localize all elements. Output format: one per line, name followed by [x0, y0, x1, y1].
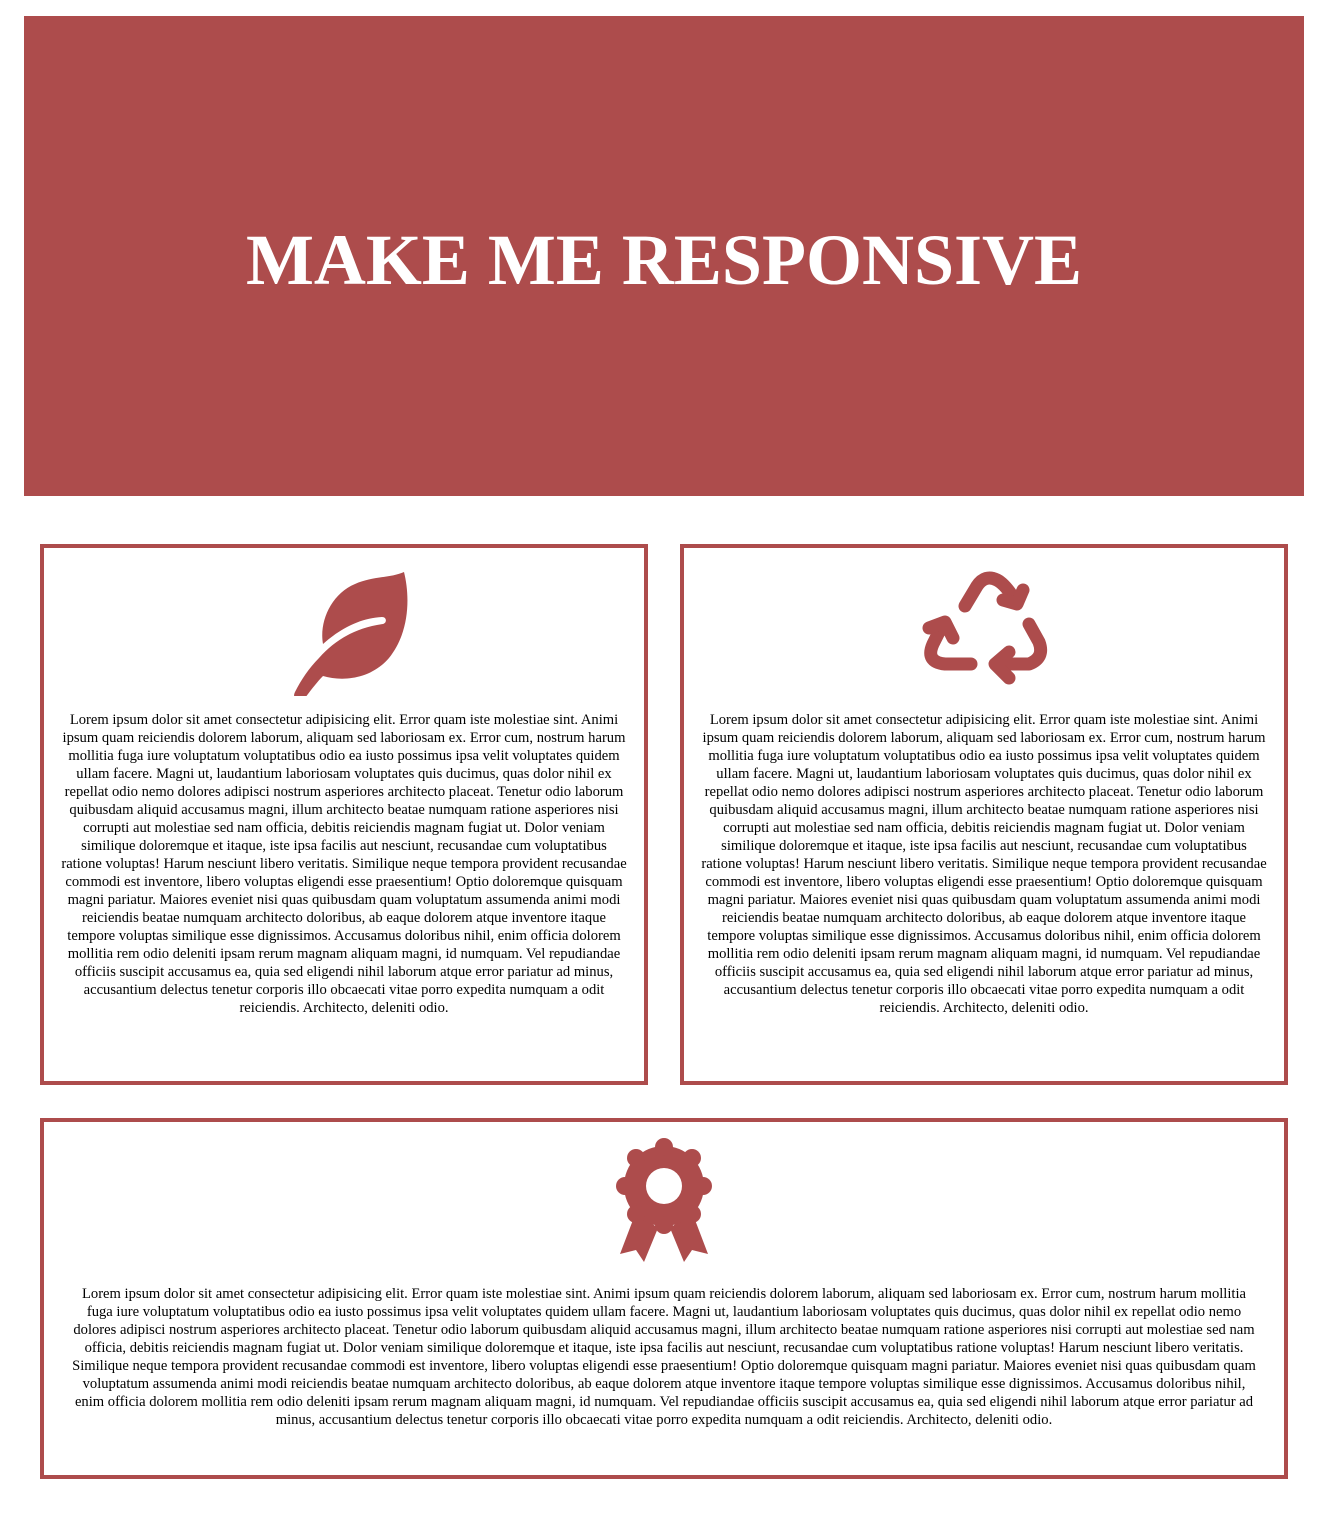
- recycle-icon: [919, 566, 1049, 696]
- hero-banner: MAKE ME RESPONSIVE: [24, 16, 1304, 496]
- feature-card-recycle: Lorem ipsum dolor sit amet consectetur a…: [680, 544, 1288, 1085]
- card-text: Lorem ipsum dolor sit amet consectetur a…: [701, 712, 1267, 1016]
- feature-card-award: Lorem ipsum dolor sit amet consectetur a…: [40, 1118, 1288, 1479]
- card-text: Lorem ipsum dolor sit amet consectetur a…: [61, 712, 627, 1016]
- card-text: Lorem ipsum dolor sit amet consectetur a…: [72, 1286, 1256, 1428]
- page-title: MAKE ME RESPONSIVE: [245, 220, 1083, 300]
- feature-card-leaf: Lorem ipsum dolor sit amet consectetur a…: [40, 544, 648, 1085]
- leaf-icon: [279, 566, 409, 696]
- award-icon: [614, 1138, 714, 1268]
